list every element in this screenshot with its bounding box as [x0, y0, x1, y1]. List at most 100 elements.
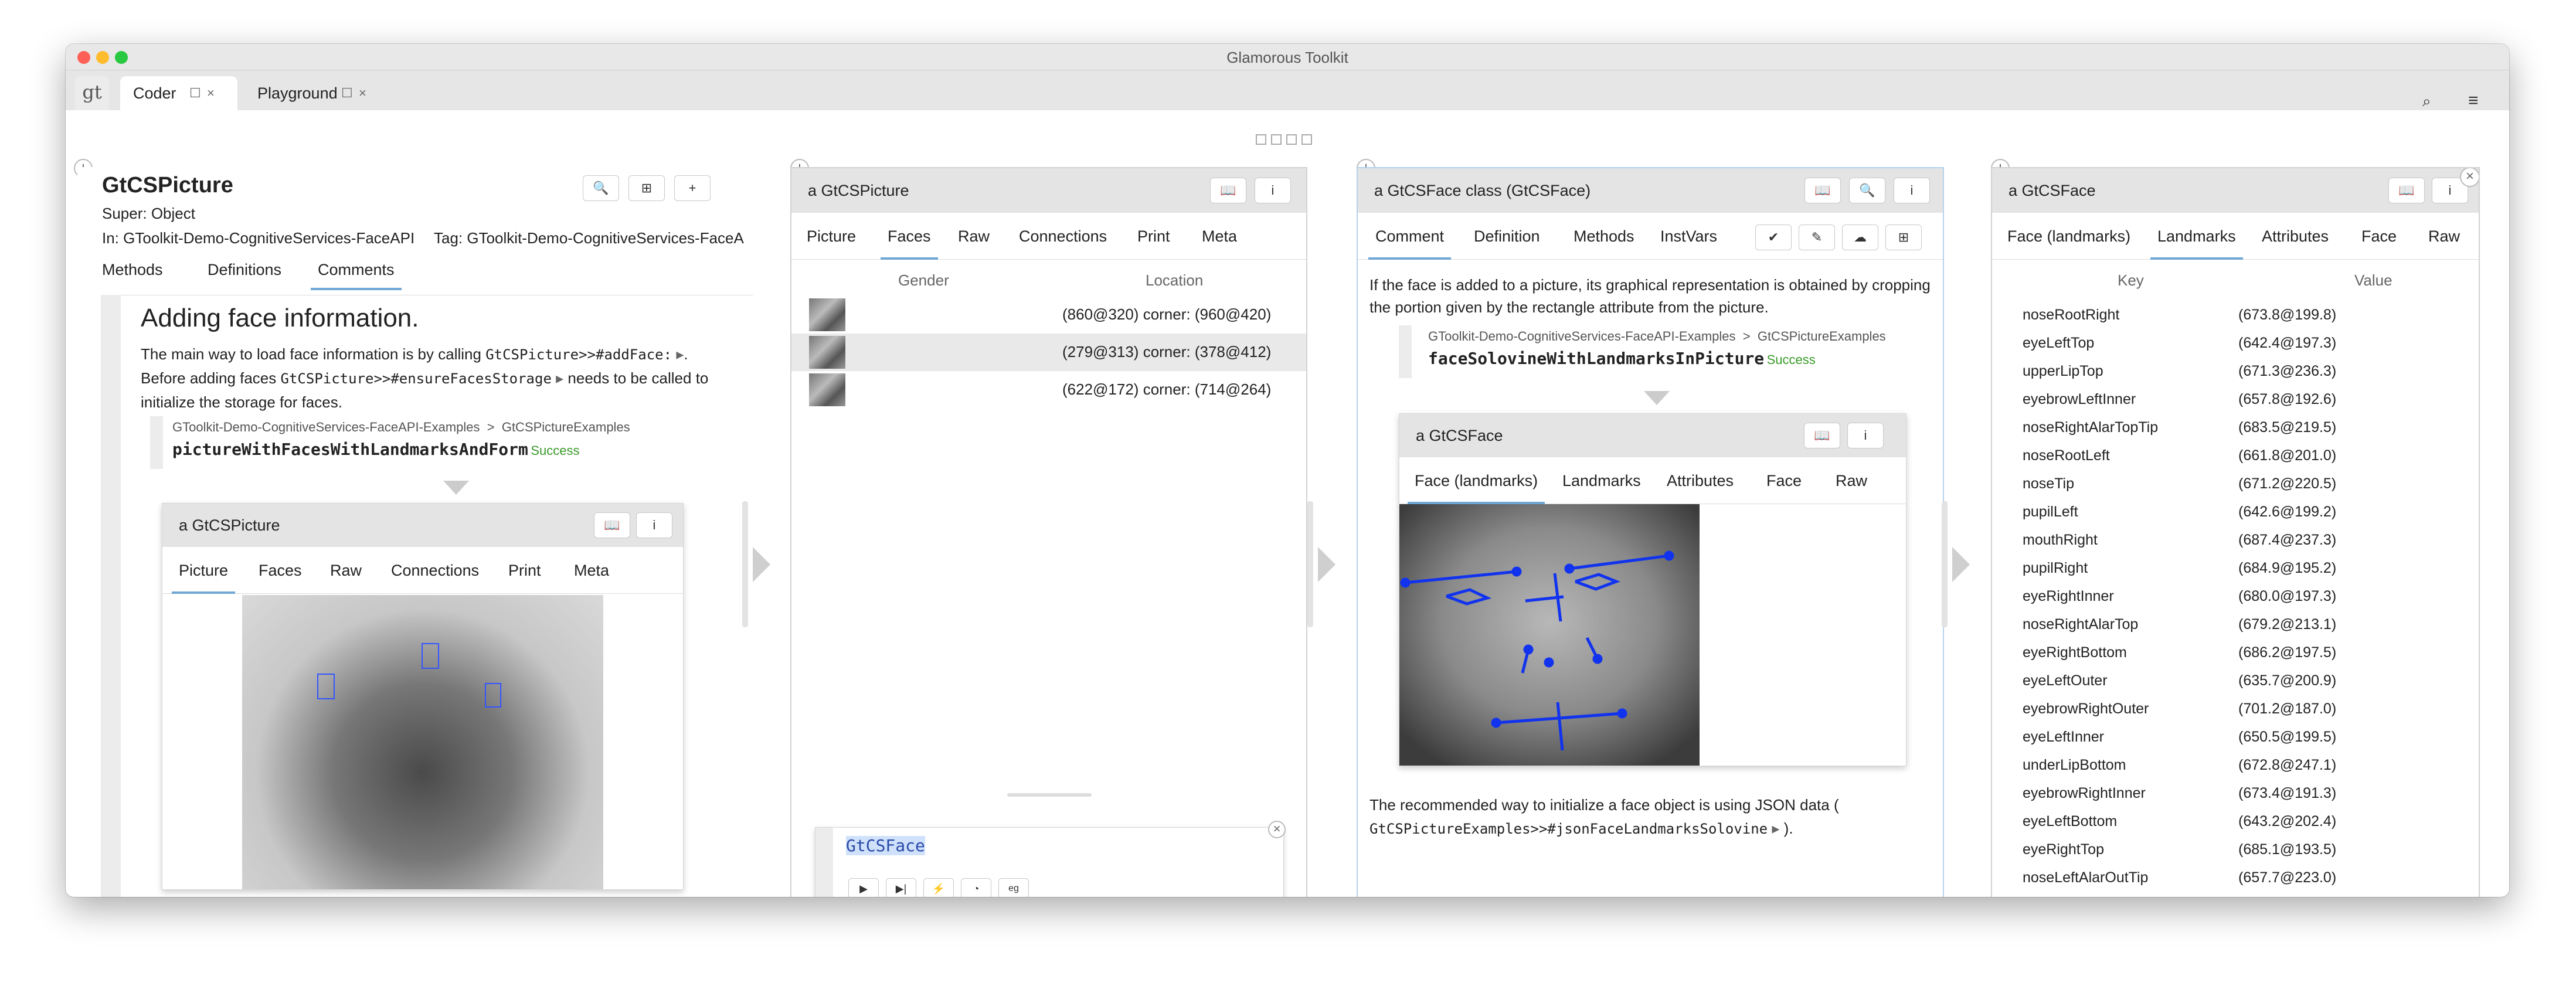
book-icon[interactable]: 📖 [2388, 178, 2425, 203]
pane-splitter[interactable] [1007, 793, 1092, 797]
table-row[interactable]: noseRightAlarTopTip (683.5@219.5) [1992, 413, 2479, 441]
tab-print[interactable]: Print [1137, 213, 1170, 260]
table-row[interactable]: noseRootRight (673.8@199.8) [1992, 301, 2479, 329]
book-icon[interactable]: 📖 [1804, 178, 1841, 203]
tab-definition[interactable]: Definition [1474, 213, 1540, 260]
tab-instvars[interactable]: InstVars [1660, 213, 1717, 260]
table-row[interactable]: mouthRight (687.4@237.3) [1992, 526, 2479, 554]
info-icon[interactable]: i [636, 512, 672, 538]
book-icon[interactable]: 📖 [1804, 423, 1840, 448]
tab-attributes[interactable]: Attributes [1667, 457, 1734, 504]
expand-icon[interactable]: ▸ [1772, 820, 1779, 837]
tab-meta[interactable]: Meta [1202, 213, 1237, 260]
table-row[interactable]: noseRootLeft (661.8@201.0) [1992, 441, 2479, 470]
table-row[interactable]: eyebrowLeftInner (657.8@192.6) [1992, 385, 2479, 413]
table-row[interactable]: eyeRightInner (680.0@197.3) [1992, 582, 2479, 610]
table-row[interactable]: eyeLeftInner (650.5@199.5) [1992, 723, 2479, 751]
tab-raw[interactable]: Raw [1836, 457, 1867, 504]
hierarchy-icon[interactable]: ⊞ [1885, 225, 1922, 250]
landmarks-table[interactable]: noseRootRight (673.8@199.8) eyeLeftTop (642… [1992, 301, 2479, 897]
run-icon[interactable]: ▶ [848, 878, 879, 897]
hamburger-menu-icon[interactable]: ≡ [2468, 91, 2479, 111]
tab-methods[interactable]: Methods [1574, 213, 1634, 260]
add-method-button[interactable]: + [674, 175, 711, 201]
expand-icon[interactable]: ▸ [556, 369, 563, 387]
table-row[interactable]: eyeRightBottom (686.2@197.5) [1992, 638, 2479, 667]
class[interactable]: GtCSPictureExamples [1758, 329, 1886, 344]
hierarchy-button[interactable]: ⊞ [628, 175, 665, 201]
package-label[interactable]: In: GToolkit-Demo-CognitiveServices-Face… [102, 229, 414, 247]
table-row[interactable]: underLipBottom (672.8@247.1) [1992, 751, 2479, 779]
accept-icon[interactable]: ✔ [1755, 225, 1792, 250]
table-row[interactable]: (860@320) corner: (960@420) [791, 296, 1306, 334]
table-row-selected[interactable]: (279@313) corner: (378@412) [791, 334, 1306, 371]
cloud-icon[interactable]: ☁ [1842, 225, 1878, 250]
tab-attributes[interactable]: Attributes [2262, 213, 2329, 260]
playground-snippet[interactable]: GtCSFace ▶ ▶| ⚡ ◔ eg × [815, 821, 1286, 897]
book-icon[interactable]: 📖 [594, 512, 630, 538]
table-row[interactable]: eyebrowRightOuter (701.2@187.0) [1992, 695, 2479, 723]
table-row[interactable]: noseRightAlarTop (679.2@213.1) [1992, 610, 2479, 638]
tab-connections[interactable]: Connections [1019, 213, 1107, 260]
code-reference[interactable]: GtCSPicture>>#addFace: [485, 346, 672, 363]
tab-landmarks[interactable]: Landmarks [2150, 213, 2243, 260]
book-icon[interactable]: 📖 [1210, 178, 1246, 203]
table-row[interactable]: eyeRightTop (685.1@193.5) [1992, 835, 2479, 863]
package[interactable]: GToolkit-Demo-CognitiveServices-FaceAPI-… [172, 420, 480, 434]
tab-connections[interactable]: Connections [391, 547, 479, 594]
close-snippet-icon[interactable]: × [1268, 821, 1286, 838]
table-row[interactable]: (622@172) corner: (714@264) [791, 371, 1306, 409]
profile-icon[interactable]: ◔ [961, 878, 991, 897]
table-row[interactable]: noseLeftAlarOutTip (657.7@223.0) [1992, 863, 2479, 892]
tab-raw[interactable]: Raw [330, 547, 362, 594]
pane-resizer[interactable] [742, 501, 748, 627]
tag-label[interactable]: Tag: GToolkit-Demo-CognitiveServices-Fac… [434, 229, 750, 247]
expand-icon[interactable]: ▸ [676, 345, 684, 363]
close-tab-icon[interactable]: × [207, 76, 215, 110]
tab-picture[interactable]: Picture [171, 547, 236, 594]
search-icon[interactable]: ⌕ [2422, 92, 2431, 111]
code-reference[interactable]: GtCSPictureExamples>>#jsonFaceLandmarksS… [1369, 821, 1768, 837]
snippet-code[interactable]: GtCSFace [846, 836, 925, 855]
maximize-tab-icon[interactable]: ☐ [189, 76, 201, 110]
tab-comments[interactable]: Comments [311, 249, 402, 290]
info-icon[interactable]: i [1847, 423, 1884, 448]
tab-picture[interactable]: Picture [807, 213, 856, 260]
code-reference[interactable]: GtCSPicture>>#ensureFacesStorage [281, 370, 552, 387]
tab-print[interactable]: Print [508, 547, 541, 594]
tab-faces[interactable]: Faces [881, 213, 937, 260]
example-method-name[interactable]: faceSolovineWithLandmarksInPicture [1428, 349, 1764, 368]
info-icon[interactable]: i [1894, 178, 1930, 203]
tab-methods[interactable]: Methods [102, 249, 163, 290]
run-inspect-icon[interactable]: ▶| [886, 878, 916, 897]
tab-coder[interactable]: Coder ☐ × [120, 76, 237, 110]
search-class-button[interactable]: 🔍 [583, 175, 619, 201]
tab-raw[interactable]: Raw [2428, 213, 2460, 260]
tab-comment[interactable]: Comment [1368, 213, 1452, 260]
pane-resizer[interactable] [1307, 501, 1313, 627]
maximize-tab-icon[interactable]: ☐ [341, 76, 353, 110]
close-pane-icon[interactable]: × [2460, 168, 2479, 187]
table-row[interactable]: eyeLeftTop (642.4@197.3) [1992, 329, 2479, 357]
tab-raw[interactable]: Raw [958, 213, 990, 260]
table-row[interactable]: upperLipTop (671.3@236.3) [1992, 357, 2479, 385]
debug-icon[interactable]: ⚡ [923, 878, 954, 897]
table-row[interactable]: pupilRight (684.9@195.2) [1992, 554, 2479, 582]
tab-landmarks[interactable]: Landmarks [1562, 457, 1641, 504]
table-row[interactable]: eyeLeftOuter (635.7@200.9) [1992, 667, 2479, 695]
tab-meta[interactable]: Meta [574, 547, 609, 594]
tab-playground[interactable]: Playground ☐ × [244, 76, 391, 110]
info-icon[interactable]: i [1255, 178, 1291, 203]
tab-definitions[interactable]: Definitions [208, 249, 281, 290]
pane-resizer[interactable] [1942, 501, 1948, 627]
close-tab-icon[interactable]: × [359, 76, 366, 110]
example-button[interactable]: eg [998, 878, 1029, 897]
expand-result-icon[interactable] [1644, 391, 1670, 405]
example-method-name[interactable]: pictureWithFacesWithLandmarksAndForm [172, 440, 528, 459]
search-icon[interactable]: 🔍 [1849, 178, 1885, 203]
tab-face[interactable]: Face [1766, 457, 1802, 504]
tab-face[interactable]: Face [2361, 213, 2397, 260]
table-row[interactable]: eyebrowRightInner (673.4@191.3) [1992, 779, 2479, 807]
table-row[interactable]: eyeLeftBottom (643.2@202.4) [1992, 807, 2479, 835]
tab-face-landmarks[interactable]: Face (landmarks) [1407, 457, 1545, 504]
